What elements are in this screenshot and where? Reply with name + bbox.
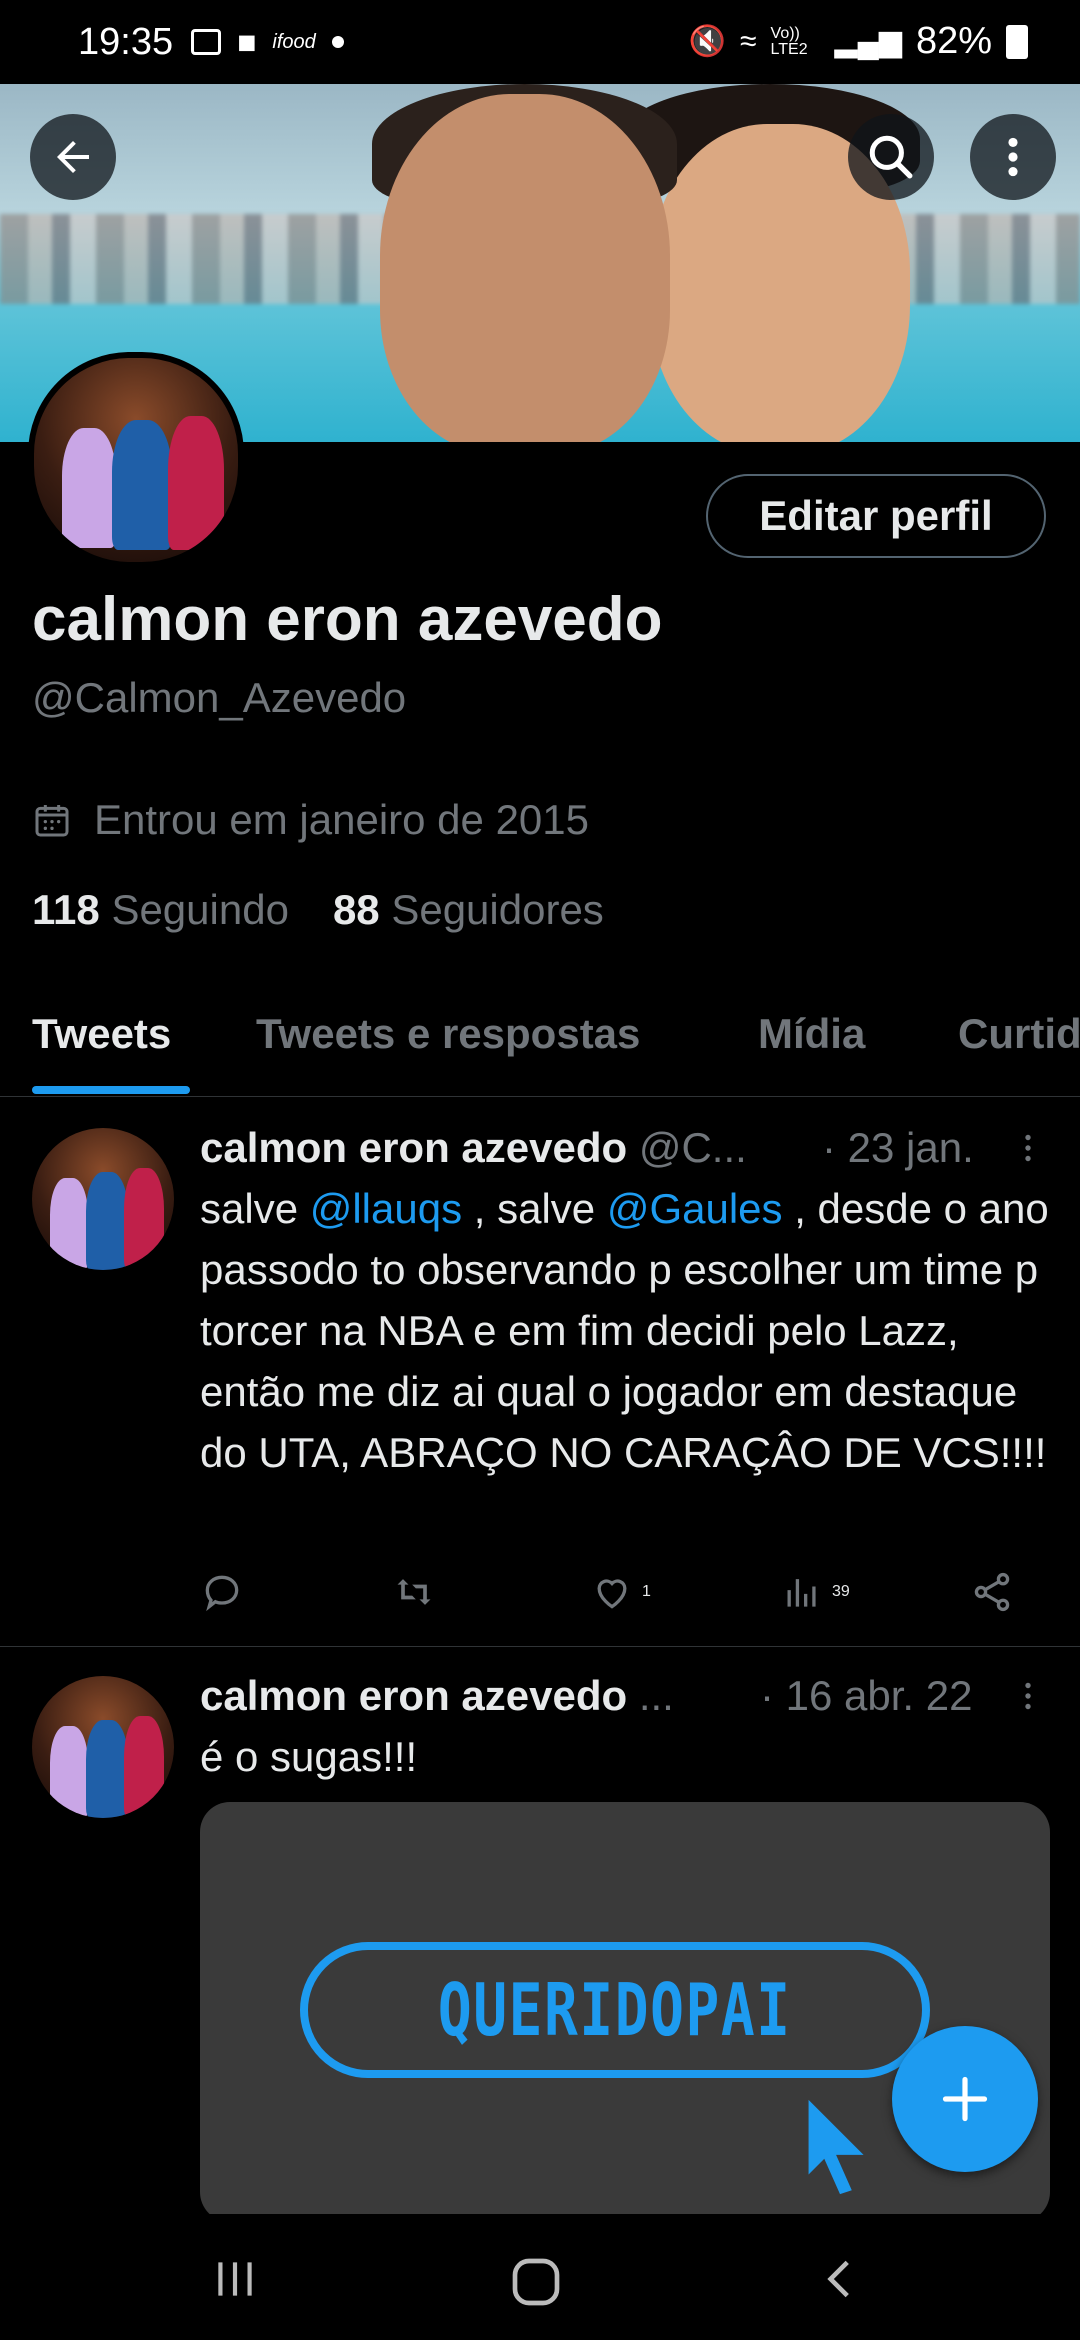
message-icon: ■ <box>237 23 257 60</box>
gallery-icon <box>191 29 222 55</box>
tweet-handle: @C... <box>638 1124 747 1171</box>
status-bar: 19:35 ■ ifood 🔇 ≈ Vo)) LTE2 ▂▄▆ 82% <box>0 0 1080 84</box>
following-label: Seguindo <box>111 886 289 933</box>
following-link[interactable]: 118 Seguindo <box>32 886 289 934</box>
battery-icon <box>1006 24 1028 59</box>
tab-media[interactable]: Mídia <box>758 1010 865 1058</box>
follow-stats: 118 Seguindo 88 Seguidores <box>32 886 604 934</box>
avatar-figure <box>86 1172 128 1270</box>
media-pill: QUERIDOPAI <box>300 1942 930 2078</box>
tweet-more-icon[interactable] <box>1010 1130 1046 1166</box>
back-button[interactable] <box>30 114 116 200</box>
plus-icon <box>942 2076 988 2122</box>
profile-tabs: Tweets Tweets e respostas Mídia Curtid <box>0 996 1080 1097</box>
like-button[interactable]: 1 <box>590 1570 651 1614</box>
followers-count: 88 <box>332 886 380 933</box>
cursor-icon <box>808 2099 864 2195</box>
tweet-more-icon[interactable] <box>1010 1678 1046 1714</box>
tweet-handle: ... <box>638 1672 674 1719</box>
avatar-figure <box>124 1168 164 1270</box>
avatar-figure <box>86 1720 128 1818</box>
share-icon <box>974 1572 1010 1612</box>
tweet-author: calmon eron azevedo <box>200 1124 628 1171</box>
profile-joined: Entrou em janeiro de 2015 <box>32 796 589 844</box>
tweet-text: é o sugas!!! <box>200 1733 418 1780</box>
more-vertical-icon <box>1008 137 1018 177</box>
tab-likes[interactable]: Curtid <box>958 1010 1080 1058</box>
calendar-icon <box>35 805 69 837</box>
tab-tweets-replies[interactable]: Tweets e respostas <box>256 1010 640 1058</box>
following-count: 118 <box>32 886 100 933</box>
tweet-text: salve @llauqs , salve @Gaules , desde o … <box>200 1178 1060 1483</box>
signal-icon: ▂▄▆ <box>834 25 902 58</box>
home-icon[interactable] <box>508 2254 564 2310</box>
reply-icon <box>205 1575 239 1612</box>
status-time: 19:35 <box>78 20 174 63</box>
like-count: 1 <box>642 1583 651 1600</box>
views-count: 39 <box>832 1583 850 1600</box>
tweet-avatar[interactable] <box>32 1128 174 1270</box>
retweet-icon <box>397 1579 431 1605</box>
avatar-figure <box>112 420 172 550</box>
network-label: Vo)) LTE2 <box>770 24 808 58</box>
tweet-header: calmon eron azevedo @C... <box>200 1124 747 1172</box>
active-tab-indicator <box>32 1086 190 1094</box>
views-button[interactable]: 39 <box>780 1570 850 1614</box>
avatar-figure <box>124 1716 164 1818</box>
share-button[interactable] <box>970 1570 1014 1614</box>
profile-avatar[interactable] <box>28 352 244 568</box>
tweet-text-part: salve <box>200 1185 310 1232</box>
compose-tweet-button[interactable] <box>892 2026 1038 2172</box>
recent-apps-icon[interactable] <box>210 2254 260 2304</box>
avatar-figure <box>168 416 224 550</box>
dot-icon <box>331 36 344 48</box>
profile-name: calmon eron azevedo <box>32 585 663 654</box>
mute-icon: 🔇 <box>688 25 727 58</box>
arrow-left-icon <box>57 141 89 173</box>
system-nav-bar <box>0 2214 1080 2340</box>
edit-profile-button[interactable]: Editar perfil <box>706 474 1046 558</box>
avatar-figure <box>62 428 116 548</box>
ifood-icon: ifood <box>272 30 316 53</box>
followers-link[interactable]: 88 Seguidores <box>333 886 604 934</box>
tweet-author: calmon eron azevedo <box>200 1672 628 1719</box>
avatar-figure <box>50 1726 88 1818</box>
search-button[interactable] <box>848 114 934 200</box>
heart-icon <box>597 1579 627 1609</box>
tweet-avatar[interactable] <box>32 1676 174 1818</box>
profile-handle: @Calmon_Azevedo <box>32 674 407 721</box>
joined-text: Entrou em janeiro de 2015 <box>94 796 589 843</box>
retweet-button[interactable] <box>390 1570 438 1614</box>
banner-figure <box>380 94 670 442</box>
battery-percent: 82% <box>915 20 992 62</box>
tab-tweets[interactable]: Tweets <box>32 1010 171 1058</box>
views-icon <box>787 1579 816 1607</box>
tweet-header: calmon eron azevedo ... <box>200 1672 674 1720</box>
tweet-divider <box>0 1646 1080 1647</box>
media-text: QUERIDOPAI <box>438 1968 792 2052</box>
avatar-figure <box>50 1178 88 1270</box>
reply-button[interactable] <box>200 1570 244 1614</box>
tweet-actions: 1 39 <box>200 1570 1060 1620</box>
followers-label: Seguidores <box>391 886 604 933</box>
mention-link[interactable]: @llauqs <box>310 1185 462 1232</box>
more-button[interactable] <box>970 114 1056 200</box>
tweet-text-part: , salve <box>462 1185 607 1232</box>
wifi-icon: ≈ <box>740 24 757 58</box>
tweet-date: · 23 jan. <box>822 1124 974 1171</box>
tweet-date: · 16 abr. 22 <box>760 1672 973 1719</box>
mention-link[interactable]: @Gaules <box>607 1185 783 1232</box>
back-nav-icon[interactable] <box>816 2254 866 2304</box>
search-icon <box>869 135 913 179</box>
